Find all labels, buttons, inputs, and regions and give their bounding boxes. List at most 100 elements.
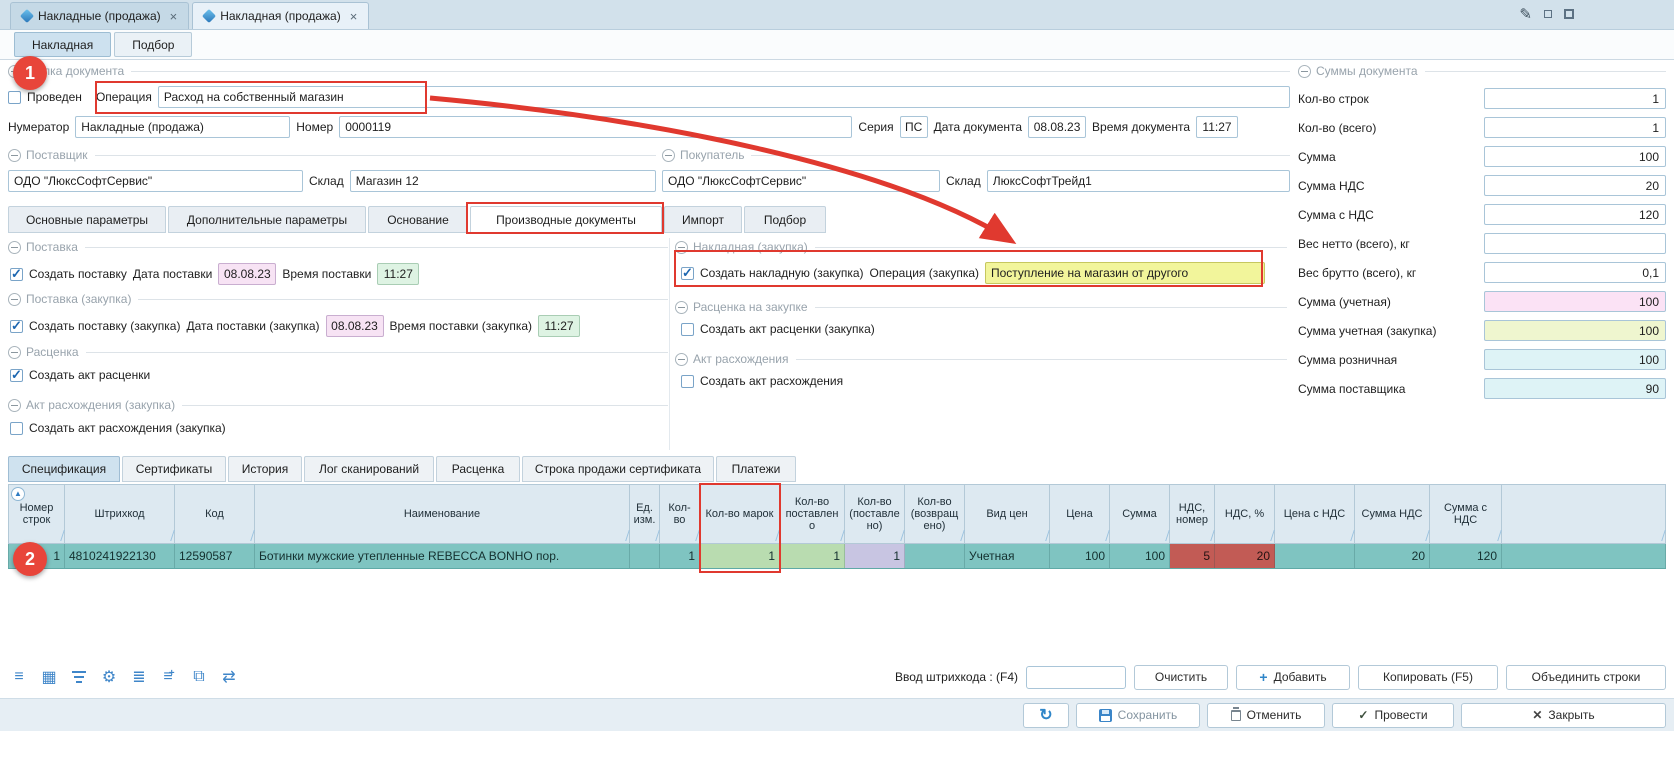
- column-header-price-with-vat[interactable]: Цена с НДС: [1275, 484, 1355, 544]
- create-delivery-checkbox[interactable]: [10, 268, 23, 281]
- create-pricing-act-checkbox[interactable]: [10, 369, 23, 382]
- operation-input[interactable]: [158, 86, 1290, 108]
- column-header-qty-marks[interactable]: Кол-во марок: [700, 484, 780, 544]
- clear-button[interactable]: Очистить: [1134, 665, 1228, 690]
- add-button[interactable]: + Добавить: [1236, 665, 1350, 690]
- sum-value-input[interactable]: [1484, 88, 1666, 109]
- cell-code[interactable]: 12590587: [175, 544, 255, 568]
- cell-barcode[interactable]: 4810241922130: [65, 544, 175, 568]
- cell-vat-percent[interactable]: 20: [1215, 544, 1275, 568]
- param-tab-podbor[interactable]: Подбор: [744, 206, 826, 233]
- column-header-qty-delivered-purchase[interactable]: Кол-во (поставлено): [845, 484, 905, 544]
- sort-icon[interactable]: ▲: [11, 487, 25, 501]
- doc-time-input[interactable]: [1196, 116, 1238, 138]
- cell-price[interactable]: 100: [1050, 544, 1110, 568]
- collapse-icon[interactable]: [675, 241, 688, 254]
- collapse-icon[interactable]: [8, 149, 21, 162]
- create-delivery-purchase-checkbox[interactable]: [10, 320, 23, 333]
- window-maximize-icon[interactable]: [1564, 9, 1574, 19]
- param-tab-derived-docs[interactable]: Производные документы: [470, 206, 662, 233]
- cell-name[interactable]: Ботинки мужские утепленные REBECCA BONHO…: [255, 544, 630, 568]
- spec-tab-certificates[interactable]: Сертификаты: [122, 456, 226, 482]
- doc-date-input[interactable]: [1028, 116, 1086, 138]
- proveden-checkbox[interactable]: [8, 91, 21, 104]
- column-header-qty-delivered[interactable]: Кол-во поставлено: [780, 484, 845, 544]
- param-tab-additional-params[interactable]: Дополнительные параметры: [168, 206, 366, 233]
- numbered-list-icon[interactable]: ≣: [128, 666, 150, 688]
- close-button[interactable]: ✕ Закрыть: [1461, 703, 1666, 728]
- collapse-icon[interactable]: [1298, 65, 1311, 78]
- cell-qty-returned[interactable]: [905, 544, 965, 568]
- collapse-icon[interactable]: [8, 65, 21, 78]
- numerator-input[interactable]: [75, 116, 290, 138]
- cell-sum-vat[interactable]: 20: [1355, 544, 1430, 568]
- gear-icon[interactable]: ⚙: [98, 666, 120, 688]
- cell-vat-number[interactable]: 5: [1170, 544, 1215, 568]
- column-header-name[interactable]: Наименование: [255, 484, 630, 544]
- sum-value-input[interactable]: [1484, 262, 1666, 283]
- cell-number[interactable]: 1: [8, 544, 65, 568]
- cell-unit[interactable]: [630, 544, 660, 568]
- number-input[interactable]: [339, 116, 852, 138]
- column-header-vat-number[interactable]: НДС, номер: [1170, 484, 1215, 544]
- collapse-icon[interactable]: [8, 346, 21, 359]
- sum-value-input[interactable]: [1484, 204, 1666, 225]
- save-button[interactable]: Сохранить: [1076, 703, 1200, 728]
- delivery-time-input[interactable]: [377, 263, 419, 285]
- filter-icon[interactable]: [68, 666, 90, 688]
- column-header-sum-vat[interactable]: Сумма НДС: [1355, 484, 1430, 544]
- cell-qty-marks[interactable]: 1: [700, 544, 780, 568]
- collapse-icon[interactable]: [8, 399, 21, 412]
- sum-value-input[interactable]: [1484, 320, 1666, 341]
- column-header-vat-percent[interactable]: НДС, %: [1215, 484, 1275, 544]
- spec-tab-certificate-sale-line[interactable]: Строка продажи сертификата: [522, 456, 714, 482]
- spec-tab-specification[interactable]: Спецификация: [8, 456, 120, 482]
- barcode-input[interactable]: [1026, 666, 1126, 689]
- tab-close-icon[interactable]: ×: [170, 9, 178, 24]
- delivery-purchase-date-input[interactable]: [326, 315, 384, 337]
- sum-value-input[interactable]: [1484, 146, 1666, 167]
- open-external-icon[interactable]: ⧉: [188, 666, 210, 688]
- spec-tab-payments[interactable]: Платежи: [716, 456, 796, 482]
- supplier-warehouse-input[interactable]: [350, 170, 656, 192]
- table-row[interactable]: 1 4810241922130 12590587 Ботинки мужские…: [8, 544, 1666, 569]
- row-layout-icon[interactable]: ≡: [8, 666, 30, 688]
- cell-qty[interactable]: 1: [660, 544, 700, 568]
- cell-price-type[interactable]: Учетная: [965, 544, 1050, 568]
- series-input[interactable]: [900, 116, 928, 138]
- delivery-date-input[interactable]: [218, 263, 276, 285]
- column-header-sum-with-vat[interactable]: Сумма с НДС: [1430, 484, 1502, 544]
- sum-value-input[interactable]: [1484, 378, 1666, 399]
- doc-tab-invoice[interactable]: Накладная (продажа) ×: [192, 2, 369, 29]
- doc-tab-invoices-list[interactable]: Накладные (продажа) ×: [10, 2, 189, 29]
- column-header-price[interactable]: Цена: [1050, 484, 1110, 544]
- cell-sum[interactable]: 100: [1110, 544, 1170, 568]
- tab-close-icon[interactable]: ×: [350, 9, 358, 24]
- collapse-icon[interactable]: [8, 241, 21, 254]
- window-restore-icon[interactable]: [1544, 10, 1552, 18]
- create-invoice-purchase-checkbox[interactable]: [681, 267, 694, 280]
- buyer-warehouse-input[interactable]: [987, 170, 1290, 192]
- create-pricing-act-purchase-checkbox[interactable]: [681, 323, 694, 336]
- collapse-icon[interactable]: [662, 149, 675, 162]
- table-view-icon[interactable]: ▦: [38, 666, 60, 688]
- column-header-code[interactable]: Код: [175, 484, 255, 544]
- sum-value-input[interactable]: [1484, 233, 1666, 254]
- column-header-qty-returned[interactable]: Кол-во (возвращено): [905, 484, 965, 544]
- collapse-icon[interactable]: [8, 293, 21, 306]
- param-tab-import[interactable]: Импорт: [664, 206, 742, 233]
- cancel-button[interactable]: Отменить: [1207, 703, 1325, 728]
- column-header-number[interactable]: ▲ Номер строк: [8, 484, 65, 544]
- column-header-unit[interactable]: Ед. изм.: [630, 484, 660, 544]
- spec-tab-pricing[interactable]: Расценка: [436, 456, 520, 482]
- collapse-icon[interactable]: [675, 301, 688, 314]
- column-header-sum[interactable]: Сумма: [1110, 484, 1170, 544]
- sum-value-input[interactable]: [1484, 349, 1666, 370]
- edit-icon[interactable]: ✎: [1519, 5, 1532, 23]
- supplier-org-input[interactable]: [8, 170, 303, 192]
- purchase-operation-input[interactable]: [985, 262, 1265, 284]
- copy-button[interactable]: Копировать (F5): [1358, 665, 1498, 690]
- cell-price-with-vat[interactable]: [1275, 544, 1355, 568]
- create-discrepancy-checkbox[interactable]: [681, 375, 694, 388]
- column-header-price-type[interactable]: Вид цен: [965, 484, 1050, 544]
